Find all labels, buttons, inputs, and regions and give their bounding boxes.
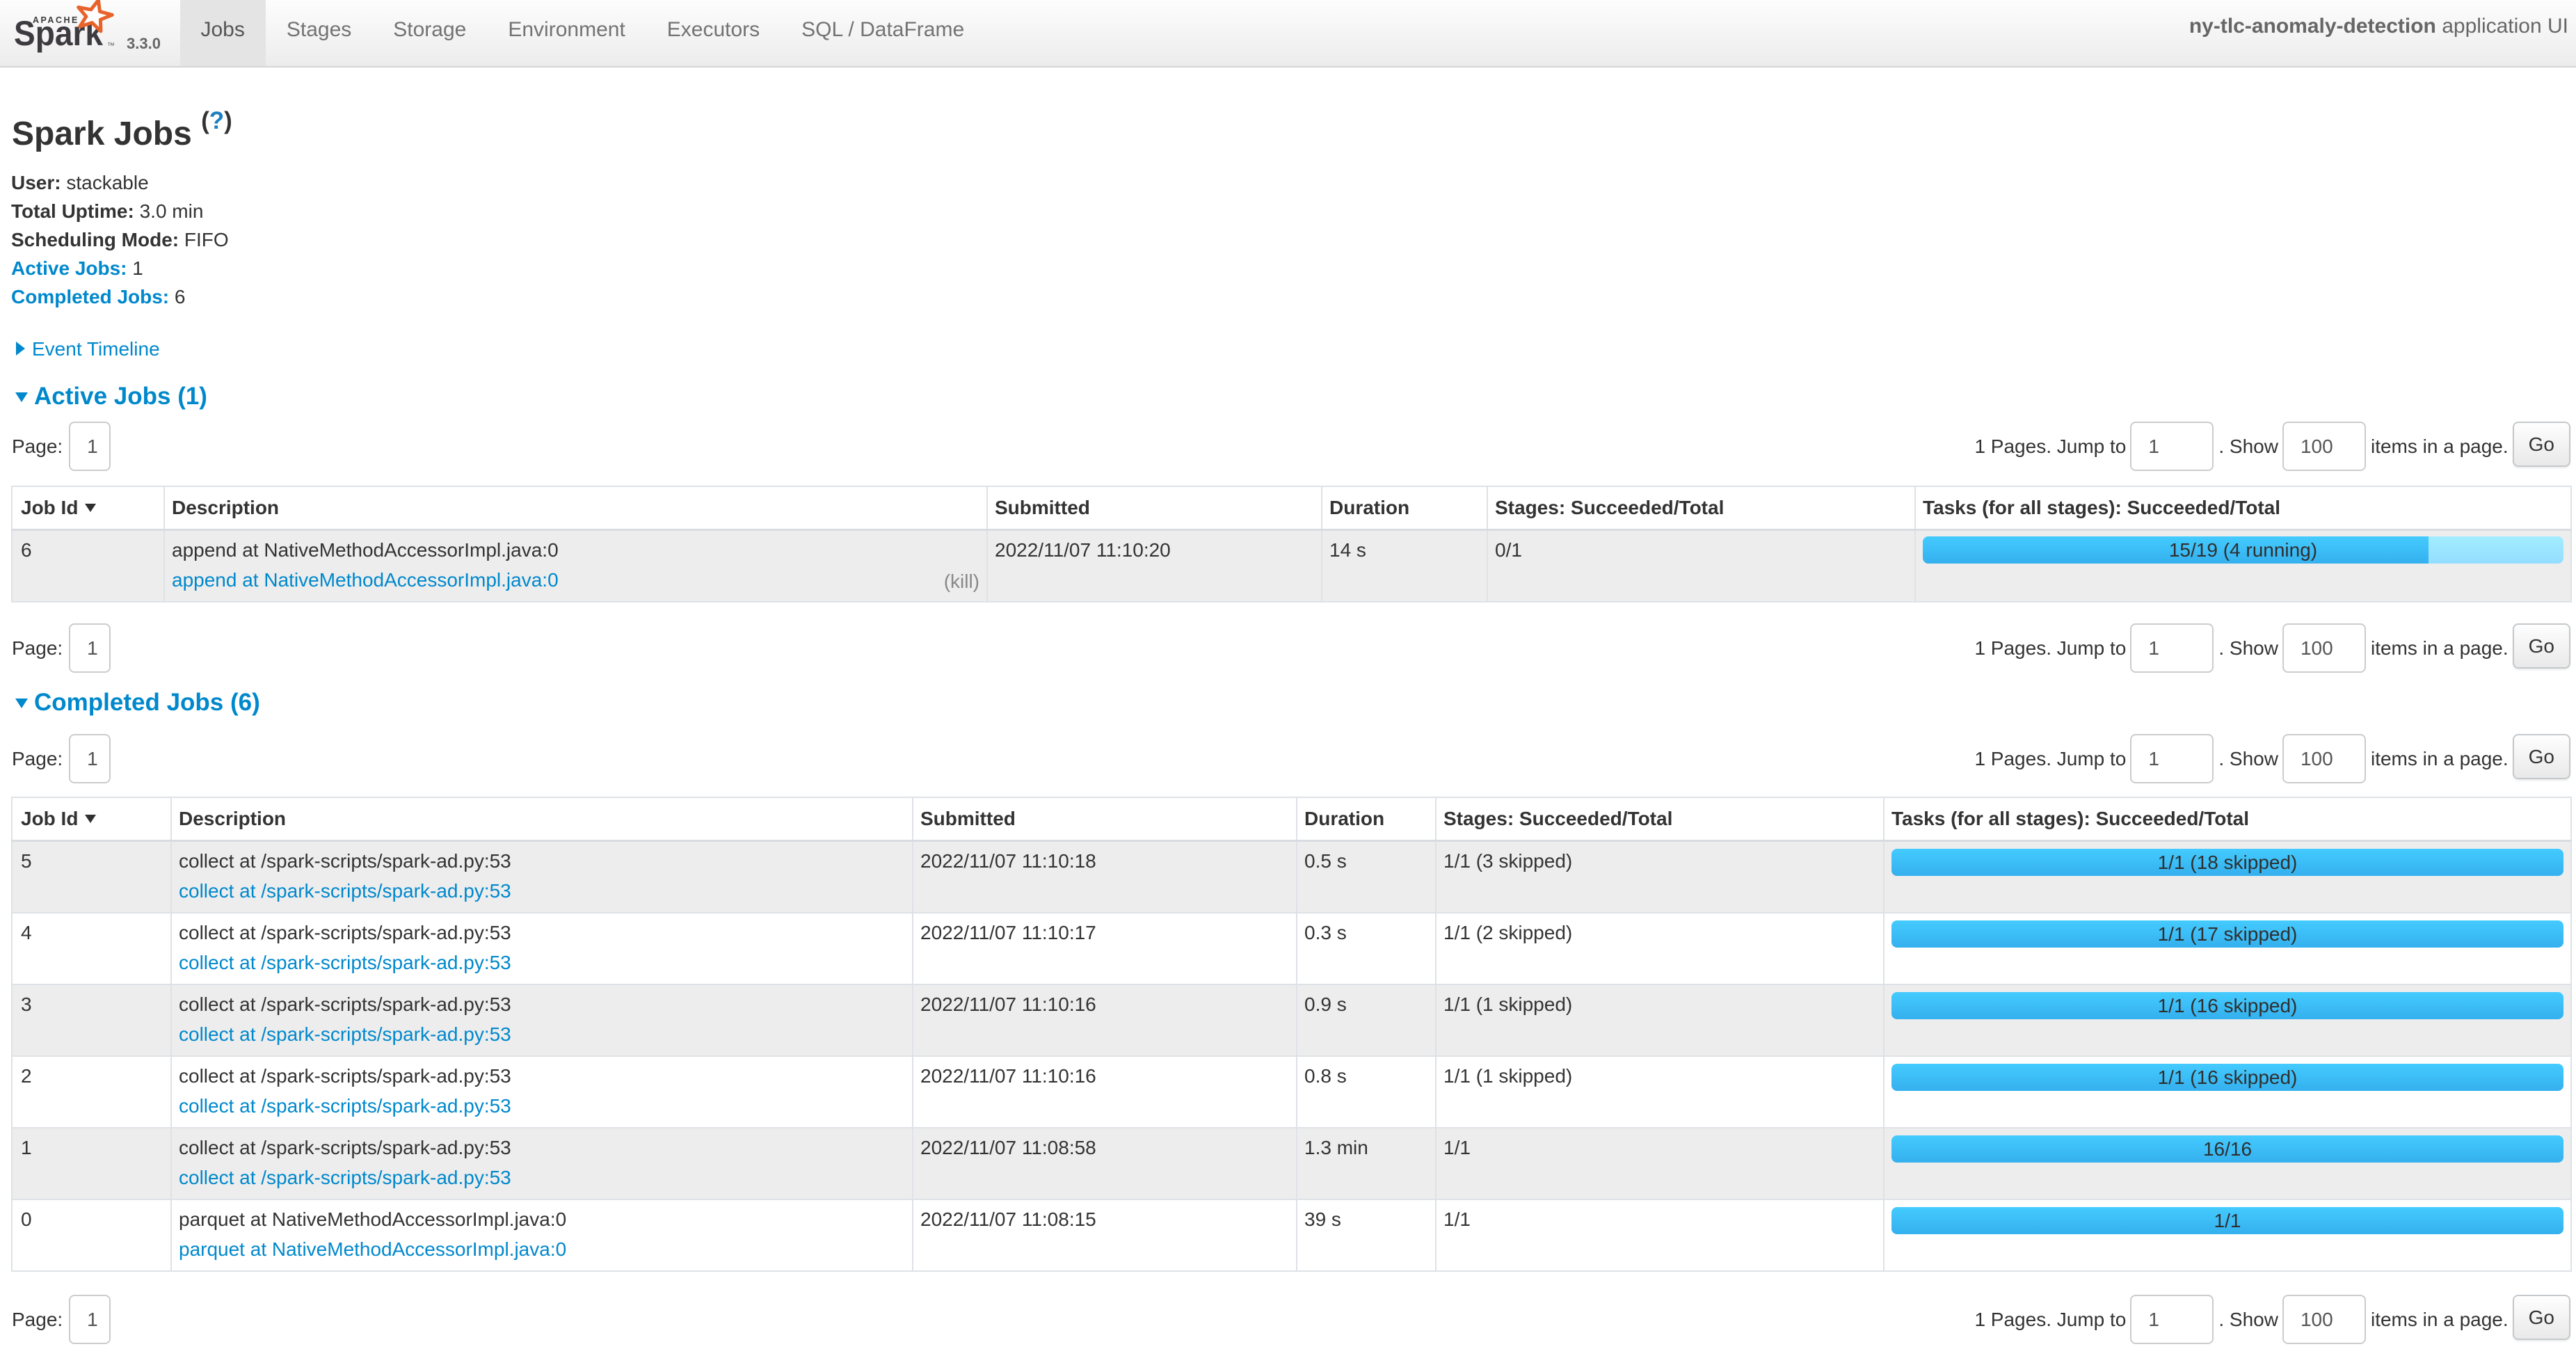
svg-text:™: ™: [107, 42, 115, 50]
